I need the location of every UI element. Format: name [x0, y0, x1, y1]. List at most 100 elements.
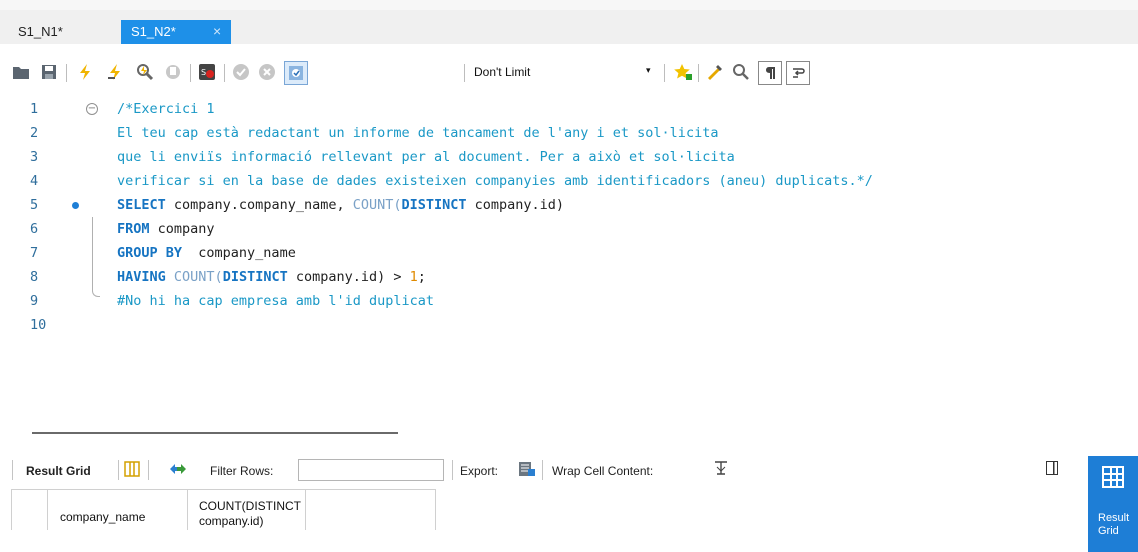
- sql-editor-toolbar: S Don't Limit ▾: [0, 56, 1138, 90]
- toggle-error-icon[interactable]: S: [196, 61, 218, 83]
- line-number: 6: [30, 221, 39, 237]
- execute-icon[interactable]: [74, 61, 96, 83]
- code-text: verificar si en la base de dades existei…: [117, 173, 873, 189]
- code-line: 2 El teu cap està redactant un informe d…: [0, 121, 1138, 145]
- code-text: que li enviïs informació rellevant per a…: [117, 149, 735, 165]
- code-line: 8 HAVING COUNT(DISTINCT company.id) > 1;: [0, 265, 1138, 289]
- row-limit-select[interactable]: Don't Limit ▾: [474, 62, 660, 82]
- row-selector-header[interactable]: [12, 490, 48, 530]
- line-number: 4: [30, 173, 39, 189]
- code-line: 1 − /*Exercici 1: [0, 97, 1138, 121]
- toolbar-separator: [190, 64, 191, 82]
- code-line: 6 FROM company: [0, 217, 1138, 241]
- tab-s1-n1[interactable]: S1_N1*: [8, 20, 88, 44]
- wrap-lines-icon[interactable]: [786, 61, 810, 85]
- line-number: 8: [30, 269, 39, 285]
- close-tab-icon[interactable]: ×: [213, 23, 221, 39]
- stop-icon[interactable]: [162, 61, 184, 83]
- toolbar-separator: [224, 64, 225, 82]
- toolbar-separator: [148, 460, 149, 480]
- code-line: 7 GROUP BY company_name: [0, 241, 1138, 265]
- horizontal-scrollbar[interactable]: [32, 432, 398, 434]
- current-statement-marker: [72, 202, 79, 209]
- code-token: GROUP BY: [117, 245, 183, 261]
- top-strip: [0, 0, 1138, 10]
- autocommit-icon[interactable]: [284, 61, 308, 85]
- line-number: 10: [30, 317, 47, 333]
- tab-label: S1_N2*: [131, 24, 176, 39]
- column-header-label: company_name: [60, 510, 146, 524]
- toolbar-separator: [118, 460, 119, 480]
- export-icon[interactable]: [518, 461, 536, 480]
- wrap-cell-content-icon[interactable]: [714, 461, 728, 478]
- code-text: HAVING COUNT(DISTINCT company.id) > 1;: [117, 265, 426, 289]
- result-grid-side-label: Result Grid: [1098, 512, 1130, 537]
- toolbar-separator: [464, 64, 465, 82]
- export-label: Export:: [460, 464, 499, 478]
- result-grid-label[interactable]: Result Grid: [26, 464, 91, 478]
- line-number: 2: [30, 125, 39, 141]
- code-text: El teu cap està redactant un informe de …: [117, 125, 719, 141]
- tab-label: S1_N1*: [18, 24, 63, 39]
- code-token: company: [149, 221, 215, 237]
- code-token: company.company_name,: [165, 197, 353, 213]
- explain-icon[interactable]: [134, 61, 156, 83]
- code-line: 3 que li enviïs informació rellevant per…: [0, 145, 1138, 169]
- toolbar-separator: [66, 64, 67, 82]
- grid-layout-icon[interactable]: [124, 461, 140, 480]
- execute-current-icon[interactable]: [104, 61, 126, 83]
- line-number: 9: [30, 293, 39, 309]
- code-line: 4 verificar si en la base de dades exist…: [0, 169, 1138, 193]
- code-token: company.id) >: [287, 269, 410, 285]
- toolbar-separator: [12, 460, 13, 480]
- result-grid[interactable]: company_name COUNT(DISTINCT company.id): [11, 489, 436, 530]
- code-text: #No hi ha cap empresa amb l'id duplicat: [117, 293, 434, 309]
- column-header-label: COUNT(DISTINCT: [199, 499, 301, 513]
- row-limit-value: Don't Limit: [474, 65, 531, 79]
- column-header[interactable]: COUNT(DISTINCT company.id): [188, 490, 306, 530]
- filter-rows-label: Filter Rows:: [210, 464, 274, 478]
- commit-icon[interactable]: [230, 61, 252, 83]
- code-token: COUNT(: [173, 269, 223, 285]
- editor-tab-bar: S1_N1* S1_N2* ×: [0, 0, 1138, 44]
- toolbar-separator: [452, 460, 453, 480]
- code-token: ;: [417, 269, 426, 285]
- code-token: company.id): [466, 197, 565, 213]
- code-text: SELECT company.company_name, COUNT(DISTI…: [117, 193, 564, 217]
- toggle-side-panel-icon[interactable]: [1046, 461, 1058, 475]
- save-icon[interactable]: [38, 61, 60, 83]
- wrap-cell-content-label: Wrap Cell Content:: [552, 464, 654, 478]
- result-grid-side-button[interactable]: Result Grid: [1088, 456, 1138, 552]
- code-token: SELECT: [117, 197, 166, 213]
- open-folder-icon[interactable]: [10, 61, 32, 83]
- dropdown-arrow-icon: ▾: [646, 65, 651, 75]
- filter-rows-input[interactable]: [298, 459, 444, 481]
- line-number: 7: [30, 245, 39, 261]
- toolbar-separator: [698, 64, 699, 82]
- code-line: 5 SELECT company.company_name, COUNT(DIS…: [0, 193, 1138, 217]
- code-text: FROM company: [117, 217, 215, 241]
- svg-text:S: S: [201, 68, 206, 77]
- line-number: 1: [30, 101, 39, 117]
- fold-toggle-icon[interactable]: −: [86, 103, 98, 115]
- find-icon[interactable]: [730, 61, 752, 83]
- line-number: 3: [30, 149, 39, 165]
- line-number: 5: [30, 197, 39, 213]
- bookmark-star-icon[interactable]: [672, 61, 694, 83]
- invisible-chars-icon[interactable]: [758, 61, 782, 85]
- refresh-icon[interactable]: [168, 461, 188, 480]
- code-token: company_name: [182, 245, 296, 261]
- result-toolbar: Result Grid Filter Rows: Export: Wrap Ce…: [0, 456, 1080, 484]
- code-token: FROM: [117, 221, 150, 237]
- sql-editor[interactable]: 1 − /*Exercici 1 2 El teu cap està redac…: [0, 92, 1138, 414]
- code-token: HAVING: [117, 269, 174, 285]
- column-header-label: company.id): [199, 514, 264, 528]
- column-header[interactable]: company_name: [48, 490, 188, 530]
- tab-s1-n2[interactable]: S1_N2* ×: [121, 20, 231, 44]
- code-token: COUNT(: [352, 197, 402, 213]
- rollback-icon[interactable]: [256, 61, 278, 83]
- toolbar-separator: [542, 460, 543, 480]
- code-text: /*Exercici 1: [117, 101, 215, 117]
- code-line: 9 #No hi ha cap empresa amb l'id duplica…: [0, 289, 1138, 313]
- beautify-icon[interactable]: [704, 61, 726, 83]
